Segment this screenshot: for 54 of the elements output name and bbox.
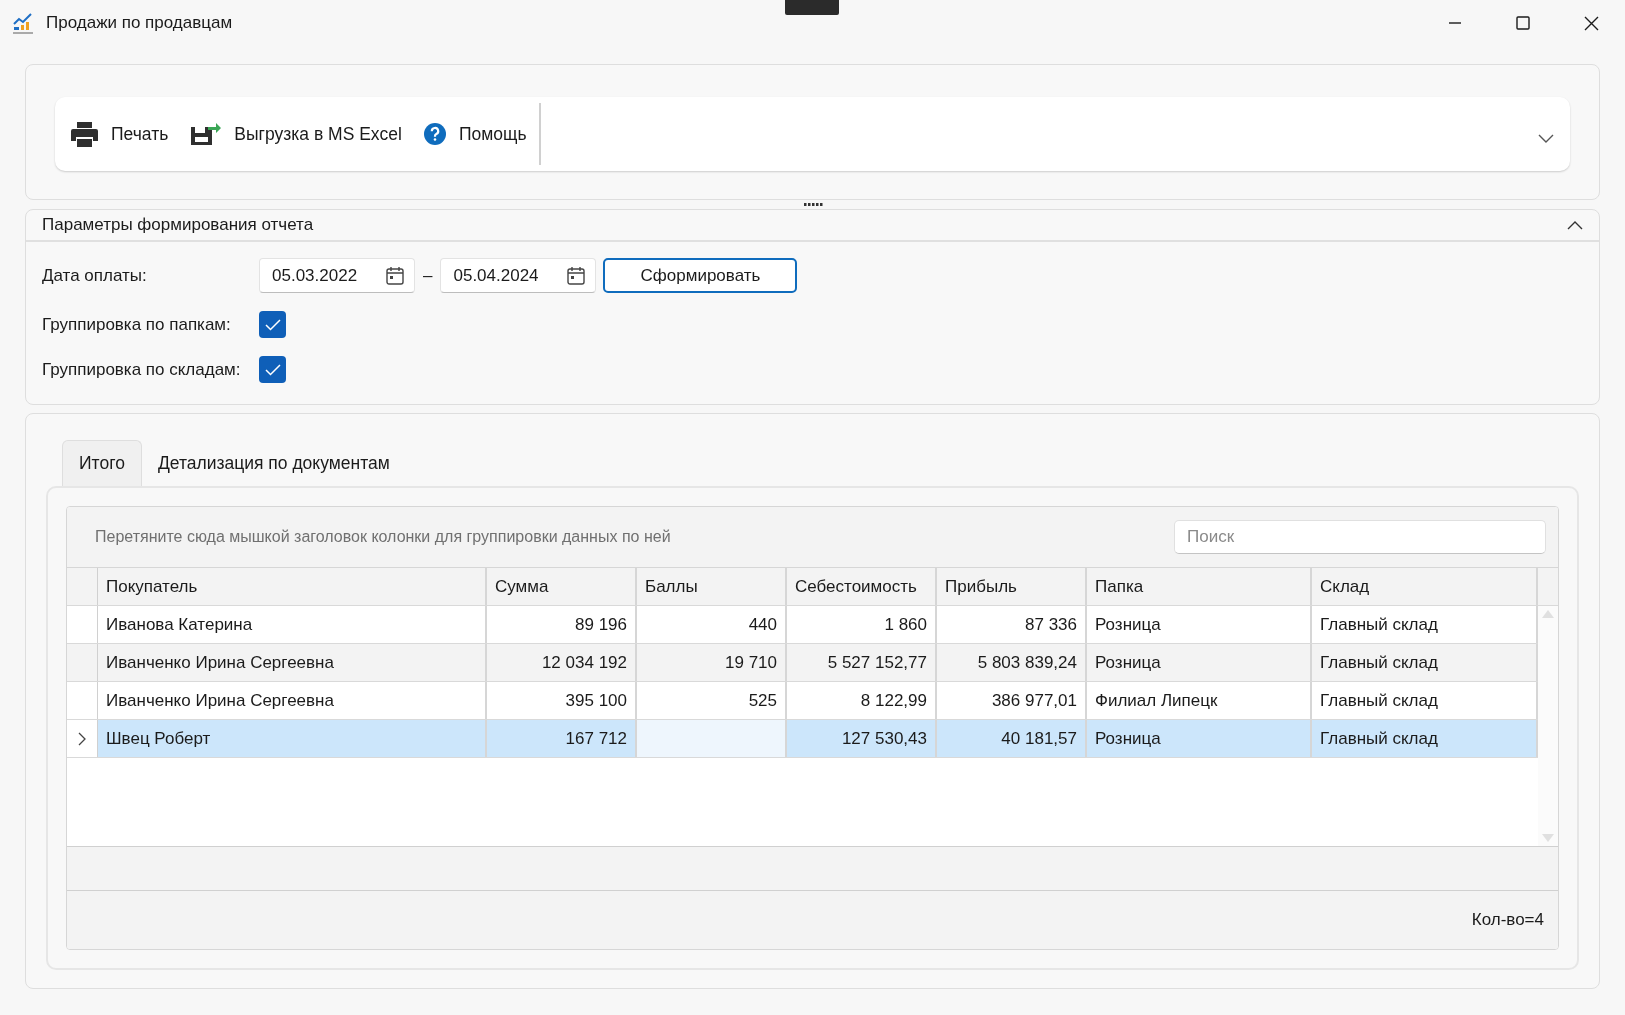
table-cell: Розница <box>1087 720 1312 757</box>
toolbar-button[interactable]: Помощь <box>424 123 527 145</box>
table-cell: 19 710 <box>637 644 787 681</box>
window-title: Продажи по продавцам <box>46 13 233 33</box>
checkbox[interactable] <box>259 356 286 383</box>
table-cell: Главный склад <box>1312 720 1538 757</box>
toolbar-button[interactable]: Выгрузка в MS Excel <box>190 122 402 146</box>
maximize-icon <box>1516 16 1530 30</box>
table-cell: 12 034 192 <box>487 644 637 681</box>
group-hint: Перетяните сюда мышкой заголовок колонки для группировки данных по ней <box>95 528 671 546</box>
focused-cell[interactable] <box>637 720 787 757</box>
table-cell: Иванченко Ирина Сергеевна <box>98 644 487 681</box>
field-label: Группировка по папкам: <box>42 314 232 335</box>
column-header[interactable]: Себестоимость <box>787 568 937 605</box>
build-button[interactable]: Сформировать <box>603 258 798 293</box>
table-cell: 5 803 839,24 <box>937 644 1087 681</box>
calendar-icon[interactable] <box>386 266 404 285</box>
help-icon <box>424 123 446 145</box>
chart-icon <box>12 12 34 34</box>
grip-handle[interactable] <box>785 0 839 15</box>
range-dash: – <box>423 265 433 286</box>
chevron-up-icon[interactable] <box>1567 220 1583 230</box>
table-cell: 40 181,57 <box>937 720 1087 757</box>
checkbox[interactable] <box>259 311 286 338</box>
chevron-down-icon[interactable] <box>1538 134 1554 144</box>
chevron-right-icon <box>78 731 86 746</box>
check-icon <box>264 363 281 376</box>
table-cell: 5 527 152,77 <box>787 644 937 681</box>
column-header[interactable]: Прибыль <box>937 568 1087 605</box>
toolbar-button[interactable]: Печать <box>71 121 169 147</box>
row-count: Кол-во=4 <box>1471 910 1544 930</box>
close-icon <box>1583 15 1599 31</box>
column-header[interactable]: Склад <box>1312 568 1538 605</box>
field-label: Группировка по складам: <box>42 359 242 380</box>
printer-icon <box>71 121 98 147</box>
field-label: Дата оплаты: <box>42 265 148 286</box>
save-export-icon <box>190 122 222 146</box>
column-header[interactable]: Папка <box>1087 568 1312 605</box>
table-cell: 167 712 <box>487 720 637 757</box>
column-header[interactable]: Сумма <box>487 568 637 605</box>
date-field[interactable]: 05.03.2022 <box>259 258 415 293</box>
column-header[interactable]: Покупатель <box>98 568 487 605</box>
table-cell: Розница <box>1087 644 1312 681</box>
column-header[interactable]: Баллы <box>637 568 787 605</box>
splitter-grip-icon[interactable] <box>802 203 823 206</box>
search-field[interactable]: Поиск <box>1174 520 1546 554</box>
check-icon <box>264 318 281 331</box>
tab[interactable]: Детализация по документам <box>141 440 406 486</box>
calendar-icon[interactable] <box>567 266 586 285</box>
tab[interactable]: Итого <box>62 440 142 486</box>
table-cell: Швец Роберт <box>98 720 487 757</box>
date-field[interactable]: 05.04.2024 <box>440 258 597 293</box>
section-title: Параметры формирования отчета <box>42 215 314 235</box>
table-cell: 127 530,43 <box>787 720 937 757</box>
